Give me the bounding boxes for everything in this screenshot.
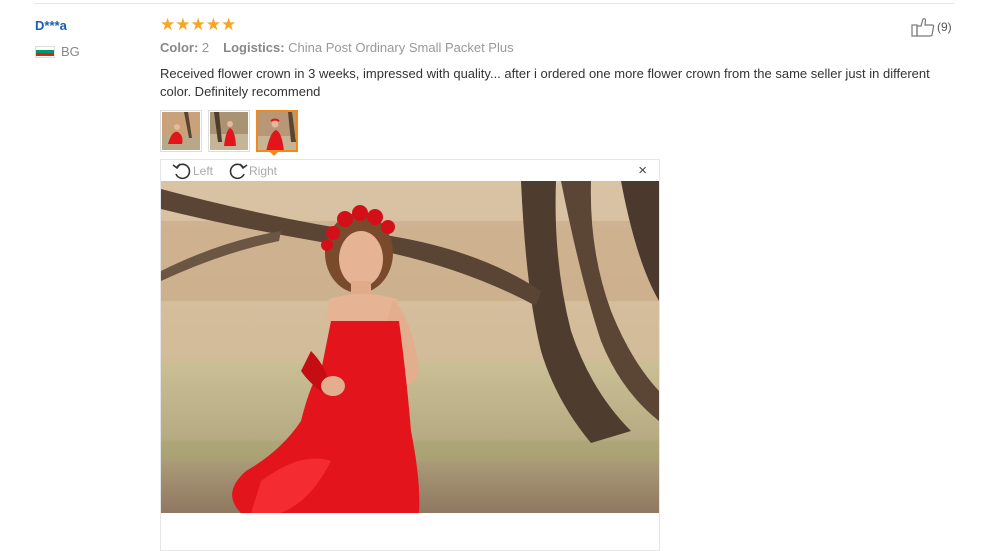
- close-viewer-button[interactable]: ×: [638, 163, 647, 178]
- viewer-toolbar: Left Right ×: [161, 160, 659, 182]
- review-meta: Color: 2 Logistics: China Post Ordinary …: [160, 40, 514, 55]
- thumbnail-photo-3[interactable]: [256, 110, 298, 152]
- star-icon: ★: [190, 15, 206, 34]
- helpful-count: (9): [937, 20, 952, 34]
- star-icon: ★: [160, 15, 176, 34]
- rotate-left-label: Left: [193, 164, 214, 178]
- review-photo-large: [161, 181, 659, 513]
- reviewer-name[interactable]: D***a: [35, 18, 67, 33]
- review-photo-thumbnails: [160, 110, 298, 152]
- thumbnail-image: [258, 112, 296, 150]
- thumbnail-photo-1[interactable]: [160, 110, 202, 152]
- thumbnail-image: [210, 112, 248, 150]
- helpful-button[interactable]: (9): [911, 17, 952, 37]
- review-text: Received flower crown in 3 weeks, impres…: [160, 66, 930, 99]
- logistics-info: Logistics: China Post Ordinary Small Pac…: [223, 40, 513, 55]
- country-code: BG: [61, 44, 80, 59]
- thumbs-up-icon: [911, 18, 935, 37]
- reviewer-country: BG: [35, 44, 80, 59]
- thumbnail-image: [162, 112, 200, 150]
- star-icon: ★: [221, 15, 237, 34]
- logistics-value: China Post Ordinary Small Packet Plus: [288, 40, 514, 55]
- logistics-label: Logistics:: [223, 40, 285, 55]
- rotate-right-label: Right: [249, 164, 278, 178]
- bulgaria-flag-icon: [35, 45, 55, 58]
- active-thumbnail-caret: [268, 150, 280, 156]
- star-icon: ★: [175, 15, 191, 34]
- rotate-left-button[interactable]: Left: [172, 162, 213, 180]
- rotate-right-icon: [229, 163, 248, 180]
- rotate-left-icon: [172, 163, 191, 180]
- rotate-right-button[interactable]: Right: [228, 162, 277, 180]
- color-value: 2: [201, 40, 210, 55]
- color-info: Color: 2: [160, 40, 209, 55]
- color-label: Color:: [160, 40, 199, 55]
- star-rating: ★ ★ ★ ★ ★: [160, 15, 236, 35]
- top-divider: [34, 3, 954, 4]
- thumbnail-photo-2[interactable]: [208, 110, 250, 152]
- photo-viewer: Left Right ×: [160, 159, 660, 551]
- star-icon: ★: [205, 15, 221, 34]
